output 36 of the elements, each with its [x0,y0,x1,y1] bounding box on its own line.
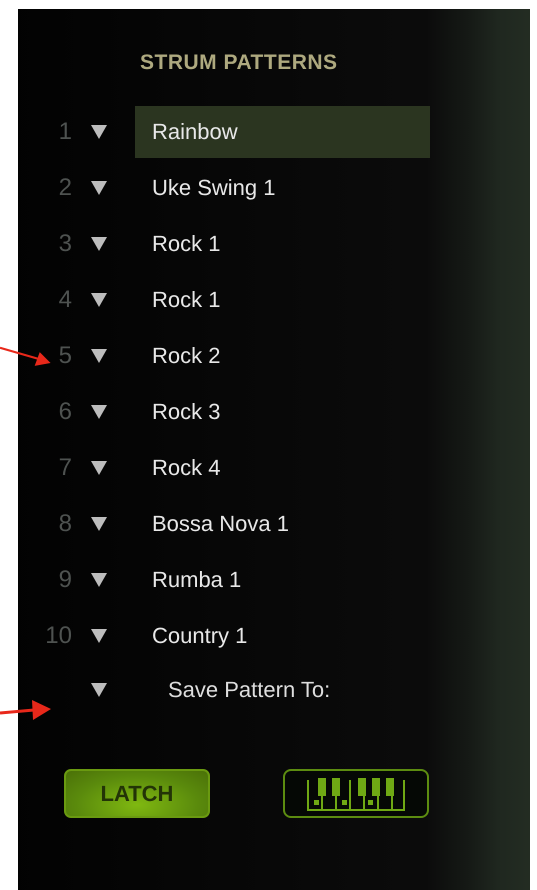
pattern-item[interactable]: Rainbow [135,106,430,158]
dropdown-triangle-icon[interactable] [91,573,107,587]
dropdown-triangle-icon[interactable] [91,293,107,307]
slot-number: 9 [58,566,72,594]
slot-number: 7 [58,454,72,482]
pattern-item[interactable]: Uke Swing 1 [135,162,430,214]
pattern-item[interactable]: Rock 3 [135,386,430,438]
slot-number: 3 [58,230,72,258]
pattern-item[interactable]: Rock 4 [135,442,430,494]
panel-title: STRUM PATTERNS [140,51,338,75]
slot-number: 10 [45,622,72,650]
slot-number: 2 [58,174,72,202]
slot-number: 4 [58,286,72,314]
dropdown-triangle-icon[interactable] [91,683,107,697]
dropdown-triangle-icon[interactable] [91,629,107,643]
dropdown-triangle-icon[interactable] [91,349,107,363]
slot-number: 5 [58,342,72,370]
slot-number: 6 [58,398,72,426]
pattern-item[interactable]: Rock 1 [135,274,430,326]
pattern-item[interactable]: Rock 1 [135,218,430,270]
pattern-item[interactable]: Rock 2 [135,330,430,382]
pattern-item[interactable]: Bossa Nova 1 [135,498,430,550]
pattern-item[interactable]: Rumba 1 [135,554,430,606]
pattern-item[interactable]: Country 1 [135,610,430,662]
dropdown-triangle-icon[interactable] [91,125,107,139]
dropdown-triangle-icon[interactable] [91,517,107,531]
slot-number: 8 [58,510,72,538]
dropdown-triangle-icon[interactable] [91,405,107,419]
dropdown-triangle-icon[interactable] [91,181,107,195]
slot-number: 1 [58,118,72,146]
dropdown-triangle-icon[interactable] [91,461,107,475]
save-pattern-label: Save Pattern To: [168,677,332,703]
keyboard-button[interactable] [283,769,429,818]
latch-button[interactable]: LATCH [64,769,210,818]
piano-keyboard-icon [306,776,406,812]
dropdown-triangle-icon[interactable] [91,237,107,251]
